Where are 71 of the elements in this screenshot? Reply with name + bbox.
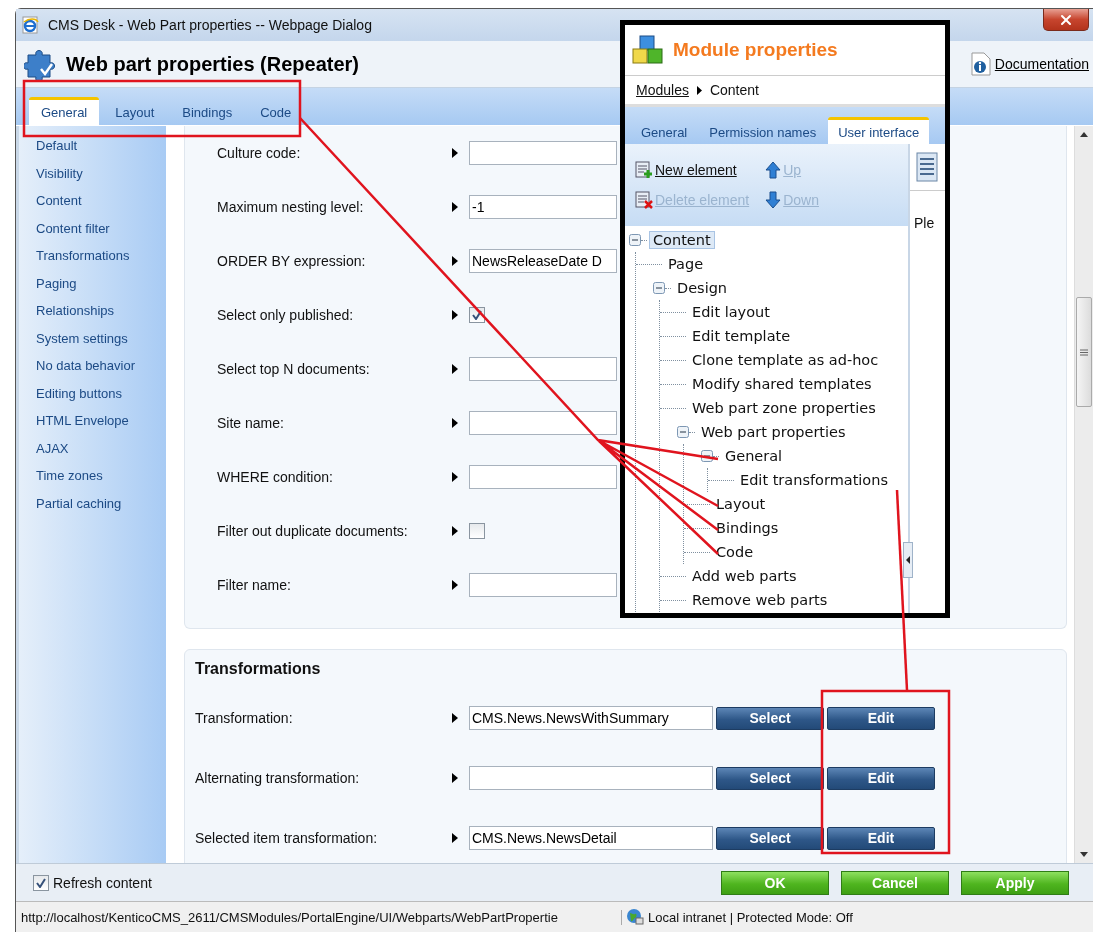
edit-button[interactable]: Edit [827, 826, 935, 850]
sidebar-item[interactable]: Editing buttons [36, 383, 166, 411]
tree-item[interactable]: Add web parts [688, 567, 801, 585]
sidebar-item[interactable]: Relationships [36, 301, 166, 329]
breadcrumb-link[interactable]: Modules [636, 82, 689, 98]
checkbox-label: Refresh content [53, 874, 152, 891]
sidebar-item[interactable]: No data behavior [36, 356, 166, 384]
field-label: Site name: [217, 415, 285, 431]
tree-item[interactable]: Edit transformations [736, 471, 892, 489]
field-label: Selected item transformation: [195, 830, 379, 846]
module-title: Module properties [673, 39, 838, 61]
field-label: Filter out duplicate documents: [217, 523, 409, 539]
field-label: Filter name: [217, 577, 292, 593]
sidebar-item[interactable]: Default [36, 136, 166, 164]
tree-item[interactable]: Modify shared templates [688, 375, 876, 393]
edit-button[interactable]: Edit [827, 766, 935, 790]
detail-text: Ple [913, 215, 936, 231]
window-title: CMS Desk - Web Part properties -- Webpage Dialog [48, 17, 372, 33]
tab[interactable]: User interface [828, 117, 930, 144]
sidebar-item[interactable]: Content filter [36, 218, 166, 246]
tree-item[interactable]: Content [649, 231, 715, 249]
tab[interactable]: General [631, 117, 698, 144]
field-label: Alternating transformation: [195, 770, 361, 786]
sidebar-item[interactable]: Visibility [36, 163, 166, 191]
tree-item[interactable]: Web part zone properties [688, 399, 880, 417]
sidebar-item[interactable]: Transformations [36, 246, 166, 274]
sidebar-item[interactable]: Paging [36, 273, 166, 301]
select-button[interactable]: Select [716, 766, 824, 790]
field-label: ORDER BY expression: [217, 253, 367, 269]
breadcrumb-current: Content [709, 82, 759, 98]
field-label: Maximum nesting level: [217, 199, 365, 215]
tree-item[interactable]: Clone template as ad-hoc [688, 351, 883, 369]
documentation-link[interactable]: Documentation [970, 52, 1089, 76]
field-label: Select only published: [217, 307, 355, 323]
tree-item[interactable]: Web part properties [697, 423, 850, 441]
tree-item[interactable]: Design [673, 279, 732, 297]
field-label: WHERE condition: [217, 469, 334, 485]
sidebar-item[interactable]: Content [36, 191, 166, 219]
sidebar-item[interactable]: Time zones [36, 466, 166, 494]
field-label: Transformation: [195, 710, 294, 726]
security-zone: Local intranet | Protected Mode: Off [648, 909, 853, 925]
sidebar-item[interactable]: System settings [36, 328, 166, 356]
sidebar-item[interactable]: Partial caching [36, 493, 166, 521]
sidebar-item[interactable]: HTML Envelope [36, 411, 166, 439]
input-field[interactable]: CMS.News.NewsDetail [469, 826, 713, 850]
tab[interactable]: Layout [103, 97, 167, 125]
tab[interactable]: Permission names [699, 117, 827, 144]
select-button[interactable]: Select [716, 826, 824, 850]
input-field[interactable]: -1 [469, 195, 617, 219]
tree-item[interactable]: Edit layout [688, 303, 774, 321]
tree-item[interactable]: Bindings [712, 519, 783, 537]
tree-item[interactable]: Edit template [688, 327, 795, 345]
edit-button[interactable]: Edit [827, 706, 935, 730]
tree-item[interactable]: Layout [712, 495, 770, 513]
field-label: Culture code: [217, 145, 302, 161]
input-field[interactable]: CMS.News.NewsWithSummary [469, 706, 713, 730]
status-url: http://localhost/KenticoCMS_2611/CMSModules/PortalEngine/UI/Webparts/WebPartPropertie [16, 909, 622, 925]
toolbar-link[interactable]: New element [635, 161, 750, 179]
dialog-title: Web part properties (Repeater) [66, 52, 360, 76]
field-label: Select top N documents: [217, 361, 371, 377]
select-button[interactable]: Select [716, 706, 824, 730]
tab[interactable]: Bindings [170, 97, 245, 125]
input-field[interactable]: NewsReleaseDate D [469, 249, 617, 273]
tree-item[interactable]: General [721, 447, 787, 465]
tree-item[interactable]: Code [712, 543, 758, 561]
tree-item[interactable]: Page [664, 255, 708, 273]
sidebar-item[interactable]: AJAX [36, 438, 166, 466]
tab[interactable]: Code [248, 97, 304, 125]
section-title: Transformations [195, 659, 322, 679]
tab[interactable]: General [29, 97, 100, 125]
tree-item[interactable]: Remove web parts [688, 591, 832, 609]
